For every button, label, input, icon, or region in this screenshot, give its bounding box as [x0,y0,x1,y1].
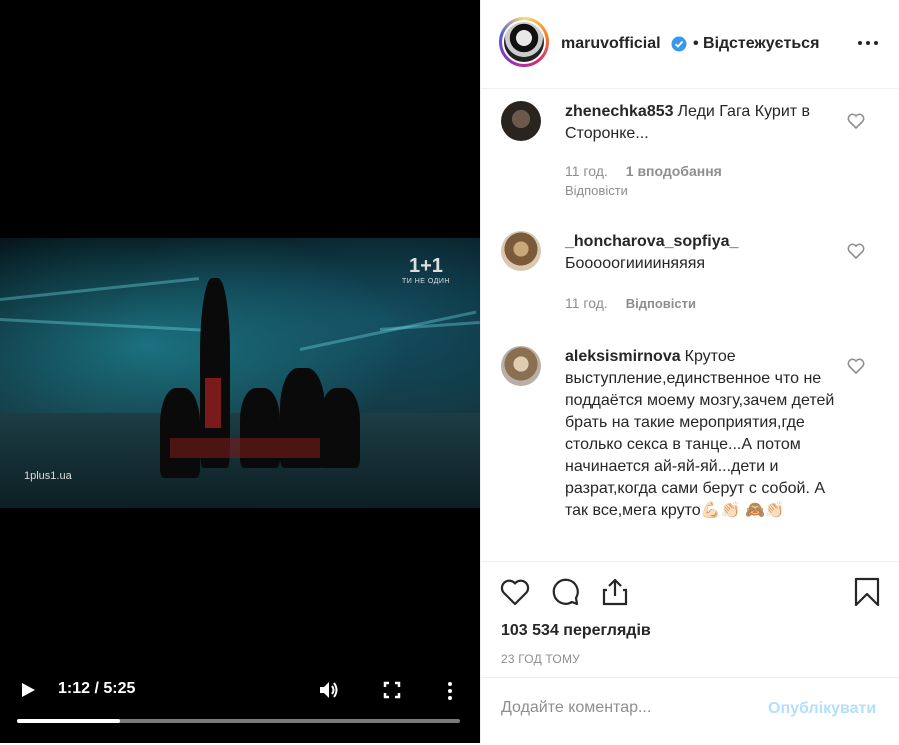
post-actions: 103 534 переглядів 23 ГОД ТОМУ Опублікув… [481,561,899,744]
comments-list[interactable]: zhenechka853 Леди Гага Курит в Сторонке..… [481,89,899,560]
comment-time[interactable]: 11 год. [565,163,608,179]
video-frame[interactable]: 1+1 ТИ НЕ ОДИН 1plus1.ua [0,238,480,508]
bookmark-icon[interactable] [851,576,883,608]
view-count[interactable]: 103 534 переглядів [501,622,651,640]
kebab-menu-icon [448,682,452,700]
comment-username[interactable]: zhenechka853 [565,103,674,120]
reply-button[interactable]: Відповісти [565,183,628,198]
publish-button[interactable]: Опублікувати [768,700,876,718]
play-button[interactable] [20,682,36,698]
commenter-avatar[interactable] [501,346,541,386]
fullscreen-button[interactable] [382,680,402,700]
author-avatar[interactable] [499,17,549,67]
post-header: maruvofficial • Відстежується [481,0,899,89]
post-timestamp[interactable]: 23 ГОД ТОМУ [501,652,580,666]
comment-text: Бооооогииииняяяя [565,255,706,272]
video-time: 1:12 / 5:25 [58,680,136,697]
comment-likes[interactable]: 1 вподобання [626,163,722,179]
comment-username[interactable]: _honcharova_sopfiya_ [565,233,738,250]
commenter-avatar[interactable] [501,101,541,141]
play-icon [22,683,35,697]
like-heart-icon[interactable] [499,576,531,608]
volume-button[interactable] [318,680,342,700]
video-watermark: 1plus1.ua [24,470,72,482]
commenter-avatar[interactable] [501,231,541,271]
channel-logo: 1+1 ТИ НЕ ОДИН [401,255,450,285]
video-player[interactable]: 1+1 ТИ НЕ ОДИН 1plus1.ua 1:12 / 5:25 [0,0,480,743]
comment-like-heart-icon[interactable] [847,113,865,129]
more-options-icon[interactable] [857,36,879,50]
video-controls: 1:12 / 5:25 [0,668,480,743]
volume-icon [320,682,338,698]
verified-badge-icon [671,36,687,52]
comment-text: Крутое выступление,единственное что не п… [565,348,835,519]
comment-input[interactable] [499,698,763,718]
share-icon[interactable] [599,576,631,608]
comment-like-heart-icon[interactable] [847,358,865,374]
post-panel: maruvofficial • Відстежується zhenechka8… [480,0,899,743]
comment-time[interactable]: 11 год. [565,295,608,311]
video-progress-fill [17,719,121,723]
comment-composer: Опублікувати [481,677,899,745]
reply-button[interactable]: Відповісти [626,296,696,311]
comment-like-heart-icon[interactable] [847,243,865,259]
follow-status[interactable]: • Відстежується [693,35,819,53]
comment-username[interactable]: aleksismirnova [565,348,681,365]
author-username[interactable]: maruvofficial [561,35,661,53]
comment-icon[interactable] [549,576,581,608]
video-progress-bar[interactable] [17,719,460,723]
video-menu-button[interactable] [444,680,456,702]
fullscreen-icon [383,681,401,699]
